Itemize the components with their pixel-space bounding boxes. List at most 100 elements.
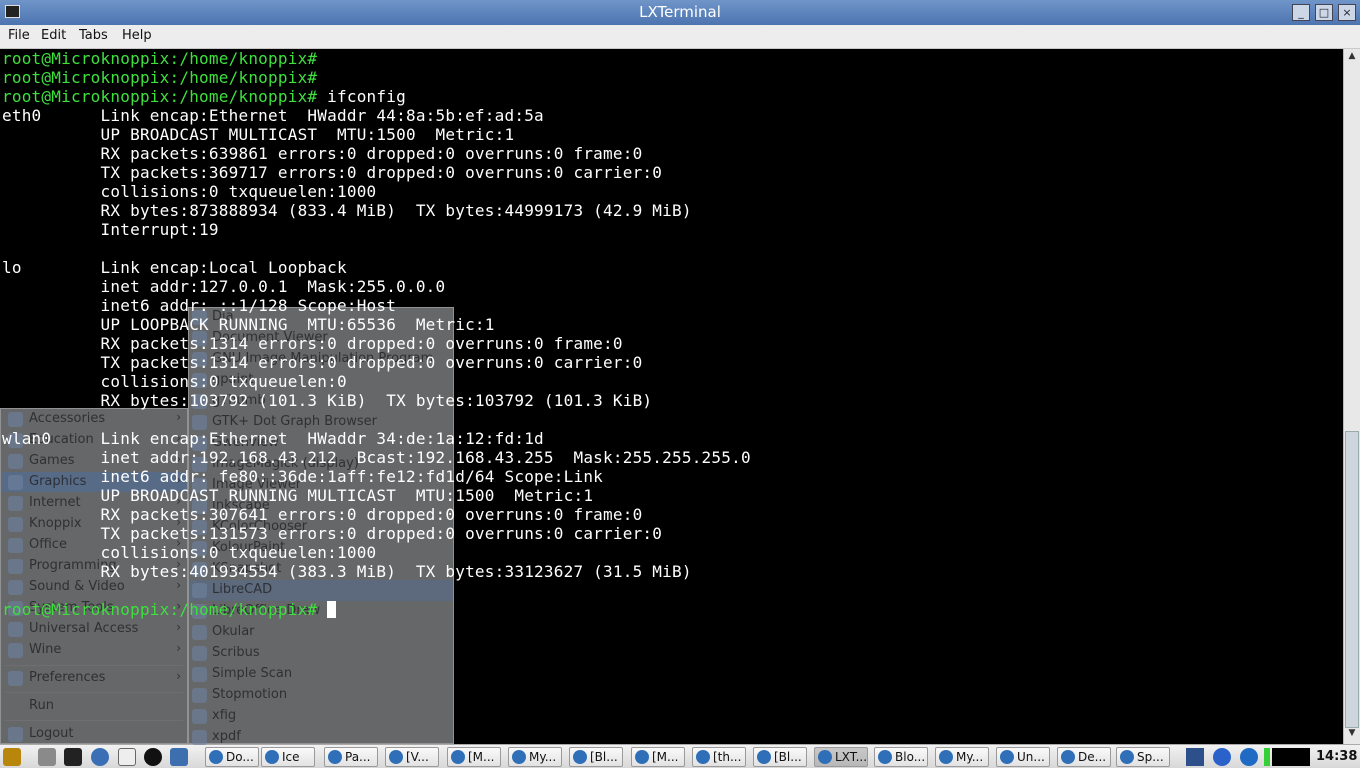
taskbar-task[interactable]: LXT... <box>814 747 868 767</box>
shell-prompt: root@Microknoppix:/home/knoppix# <box>2 600 318 619</box>
knoppix-icon[interactable] <box>144 748 162 766</box>
taskbar-task[interactable]: Ice <box>261 747 315 767</box>
terminal-line: Interrupt:19 <box>2 220 751 239</box>
terminal-line: RX packets:1314 errors:0 dropped:0 overr… <box>2 334 751 353</box>
document-icon[interactable] <box>118 748 136 766</box>
task-app-icon <box>757 750 771 764</box>
menu-help[interactable]: Help <box>122 28 152 43</box>
terminal-text: RX bytes:401934554 (383.3 MiB) TX bytes:… <box>2 562 692 581</box>
taskbar-task[interactable]: Pa... <box>324 747 378 767</box>
task-label: Sp... <box>1137 750 1164 764</box>
window-titlebar[interactable]: LXTerminal _ □ × <box>0 0 1360 25</box>
terminal-line: root@Microknoppix:/home/knoppix# <box>2 600 751 619</box>
start-menu-item-preferences[interactable]: Preferences › <box>1 668 187 688</box>
task-label: [th... <box>713 750 742 764</box>
terminal-text: inet addr:192.168.43.212 Bcast:192.168.4… <box>2 448 751 467</box>
terminal-text: collisions:0 txqueuelen:0 <box>2 372 347 391</box>
start-menu-item-universal-access[interactable]: Universal Access › <box>1 619 187 639</box>
menu-file[interactable]: File <box>8 28 30 43</box>
network-signal-icon[interactable] <box>1186 748 1204 766</box>
file-manager-icon[interactable] <box>38 748 56 766</box>
browser-icon[interactable] <box>91 748 109 766</box>
wine-icon <box>8 643 23 658</box>
terminal-text: RX packets:307641 errors:0 dropped:0 ove… <box>2 505 643 524</box>
taskbar-task[interactable]: My... <box>508 747 562 767</box>
scroll-up-arrow-icon[interactable]: ▲ <box>1346 51 1358 65</box>
terminal-scrollbar[interactable]: ▲ ▼ <box>1343 49 1360 744</box>
terminal-text: RX packets:639861 errors:0 dropped:0 ove… <box>2 144 643 163</box>
task-label: Pa... <box>345 750 371 764</box>
task-label: LXT... <box>835 750 868 764</box>
terminal-line: TX packets:131573 errors:0 dropped:0 ove… <box>2 524 751 543</box>
terminal-text: collisions:0 txqueuelen:1000 <box>2 182 377 201</box>
graphics-app-simple-scan[interactable]: Simple Scan <box>189 664 453 685</box>
graphics-app-okular[interactable]: Okular <box>189 622 453 643</box>
graphics-app-scribus[interactable]: Scribus <box>189 643 453 664</box>
terminal-icon[interactable] <box>64 748 82 766</box>
task-app-icon <box>1000 750 1014 764</box>
terminal-text: inet6 addr: ::1/128 Scope:Host <box>2 296 397 315</box>
task-label: Un... <box>1017 750 1045 764</box>
taskbar-task[interactable]: [th... <box>692 747 746 767</box>
start-menu-item-run[interactable]: Run <box>1 696 187 716</box>
taskbar-task[interactable]: Blo... <box>874 747 928 767</box>
taskbar-task[interactable]: Sp... <box>1116 747 1170 767</box>
terminal-line: RX packets:307641 errors:0 dropped:0 ove… <box>2 505 751 524</box>
desktop-icon[interactable] <box>170 748 188 766</box>
bluetooth-icon[interactable] <box>1213 748 1231 766</box>
task-label: [Bl... <box>590 750 618 764</box>
terminal-line: lo Link encap:Local Loopback <box>2 258 751 277</box>
shell-prompt: root@Microknoppix:/home/knoppix# <box>2 49 318 68</box>
app-label: Okular <box>212 624 255 639</box>
task-app-icon <box>878 750 892 764</box>
start-menu-item-logout[interactable]: Logout <box>1 724 187 744</box>
taskbar-task[interactable]: Do... <box>205 747 259 767</box>
terminal-text: inet addr:127.0.0.1 Mask:255.0.0.0 <box>2 277 446 296</box>
app-icon <box>192 646 207 661</box>
app-icon <box>192 730 207 745</box>
start-menu-icon[interactable] <box>3 748 21 766</box>
graphics-app-xfig[interactable]: xfig <box>189 706 453 727</box>
task-app-icon <box>635 750 649 764</box>
start-menu-label: Logout <box>29 726 74 741</box>
app-label: Simple Scan <box>212 666 293 681</box>
menu-tabs[interactable]: Tabs <box>79 28 108 43</box>
taskbar-task[interactable]: [Bl... <box>753 747 807 767</box>
terminal-text: RX bytes:873888934 (833.4 MiB) TX bytes:… <box>2 201 692 220</box>
scroll-down-arrow-icon[interactable]: ▼ <box>1346 728 1358 742</box>
scrollbar-thumb[interactable] <box>1345 431 1359 728</box>
taskbar-task[interactable]: [Bl... <box>569 747 623 767</box>
terminal-line: UP BROADCAST MULTICAST MTU:1500 Metric:1 <box>2 125 751 144</box>
task-label: My... <box>956 750 984 764</box>
terminal-line: RX bytes:103792 (101.3 KiB) TX bytes:103… <box>2 391 751 410</box>
taskbar-task[interactable]: Un... <box>996 747 1050 767</box>
terminal-line: TX packets:1314 errors:0 dropped:0 overr… <box>2 353 751 372</box>
task-label: Do... <box>226 750 254 764</box>
taskbar-task[interactable]: [V... <box>385 747 439 767</box>
text-cursor <box>327 601 337 618</box>
close-button[interactable]: × <box>1338 4 1356 21</box>
taskbar-task[interactable]: [M... <box>447 747 501 767</box>
terminal-line: RX bytes:873888934 (833.4 MiB) TX bytes:… <box>2 201 751 220</box>
minimize-button[interactable]: _ <box>1292 4 1310 21</box>
menu-edit[interactable]: Edit <box>41 28 66 43</box>
terminal-text: inet6 addr: fe80::36de:1aff:fe12:fd1d/64… <box>2 467 604 486</box>
submenu-arrow-icon: › <box>176 641 181 655</box>
terminal-line: RX bytes:401934554 (383.3 MiB) TX bytes:… <box>2 562 751 581</box>
taskbar-task[interactable]: De... <box>1057 747 1111 767</box>
start-menu-item-wine[interactable]: Wine › <box>1 640 187 660</box>
maximize-button[interactable]: □ <box>1315 4 1333 21</box>
accessibility-icon[interactable] <box>1240 748 1258 766</box>
graphics-app-stopmotion[interactable]: Stopmotion <box>189 685 453 706</box>
terminal-output: root@Microknoppix:/home/knoppix# root@Mic… <box>2 49 751 619</box>
task-app-icon <box>1120 750 1134 764</box>
task-app-icon <box>573 750 587 764</box>
task-app-icon <box>512 750 526 764</box>
terminal-text: collisions:0 txqueuelen:1000 <box>2 543 377 562</box>
graphics-app-xpdf[interactable]: xpdf <box>189 727 453 748</box>
taskbar-task[interactable]: [M... <box>631 747 685 767</box>
clock[interactable]: 14:38 <box>1316 749 1357 764</box>
taskbar-task[interactable]: My... <box>935 747 989 767</box>
app-icon <box>192 688 207 703</box>
